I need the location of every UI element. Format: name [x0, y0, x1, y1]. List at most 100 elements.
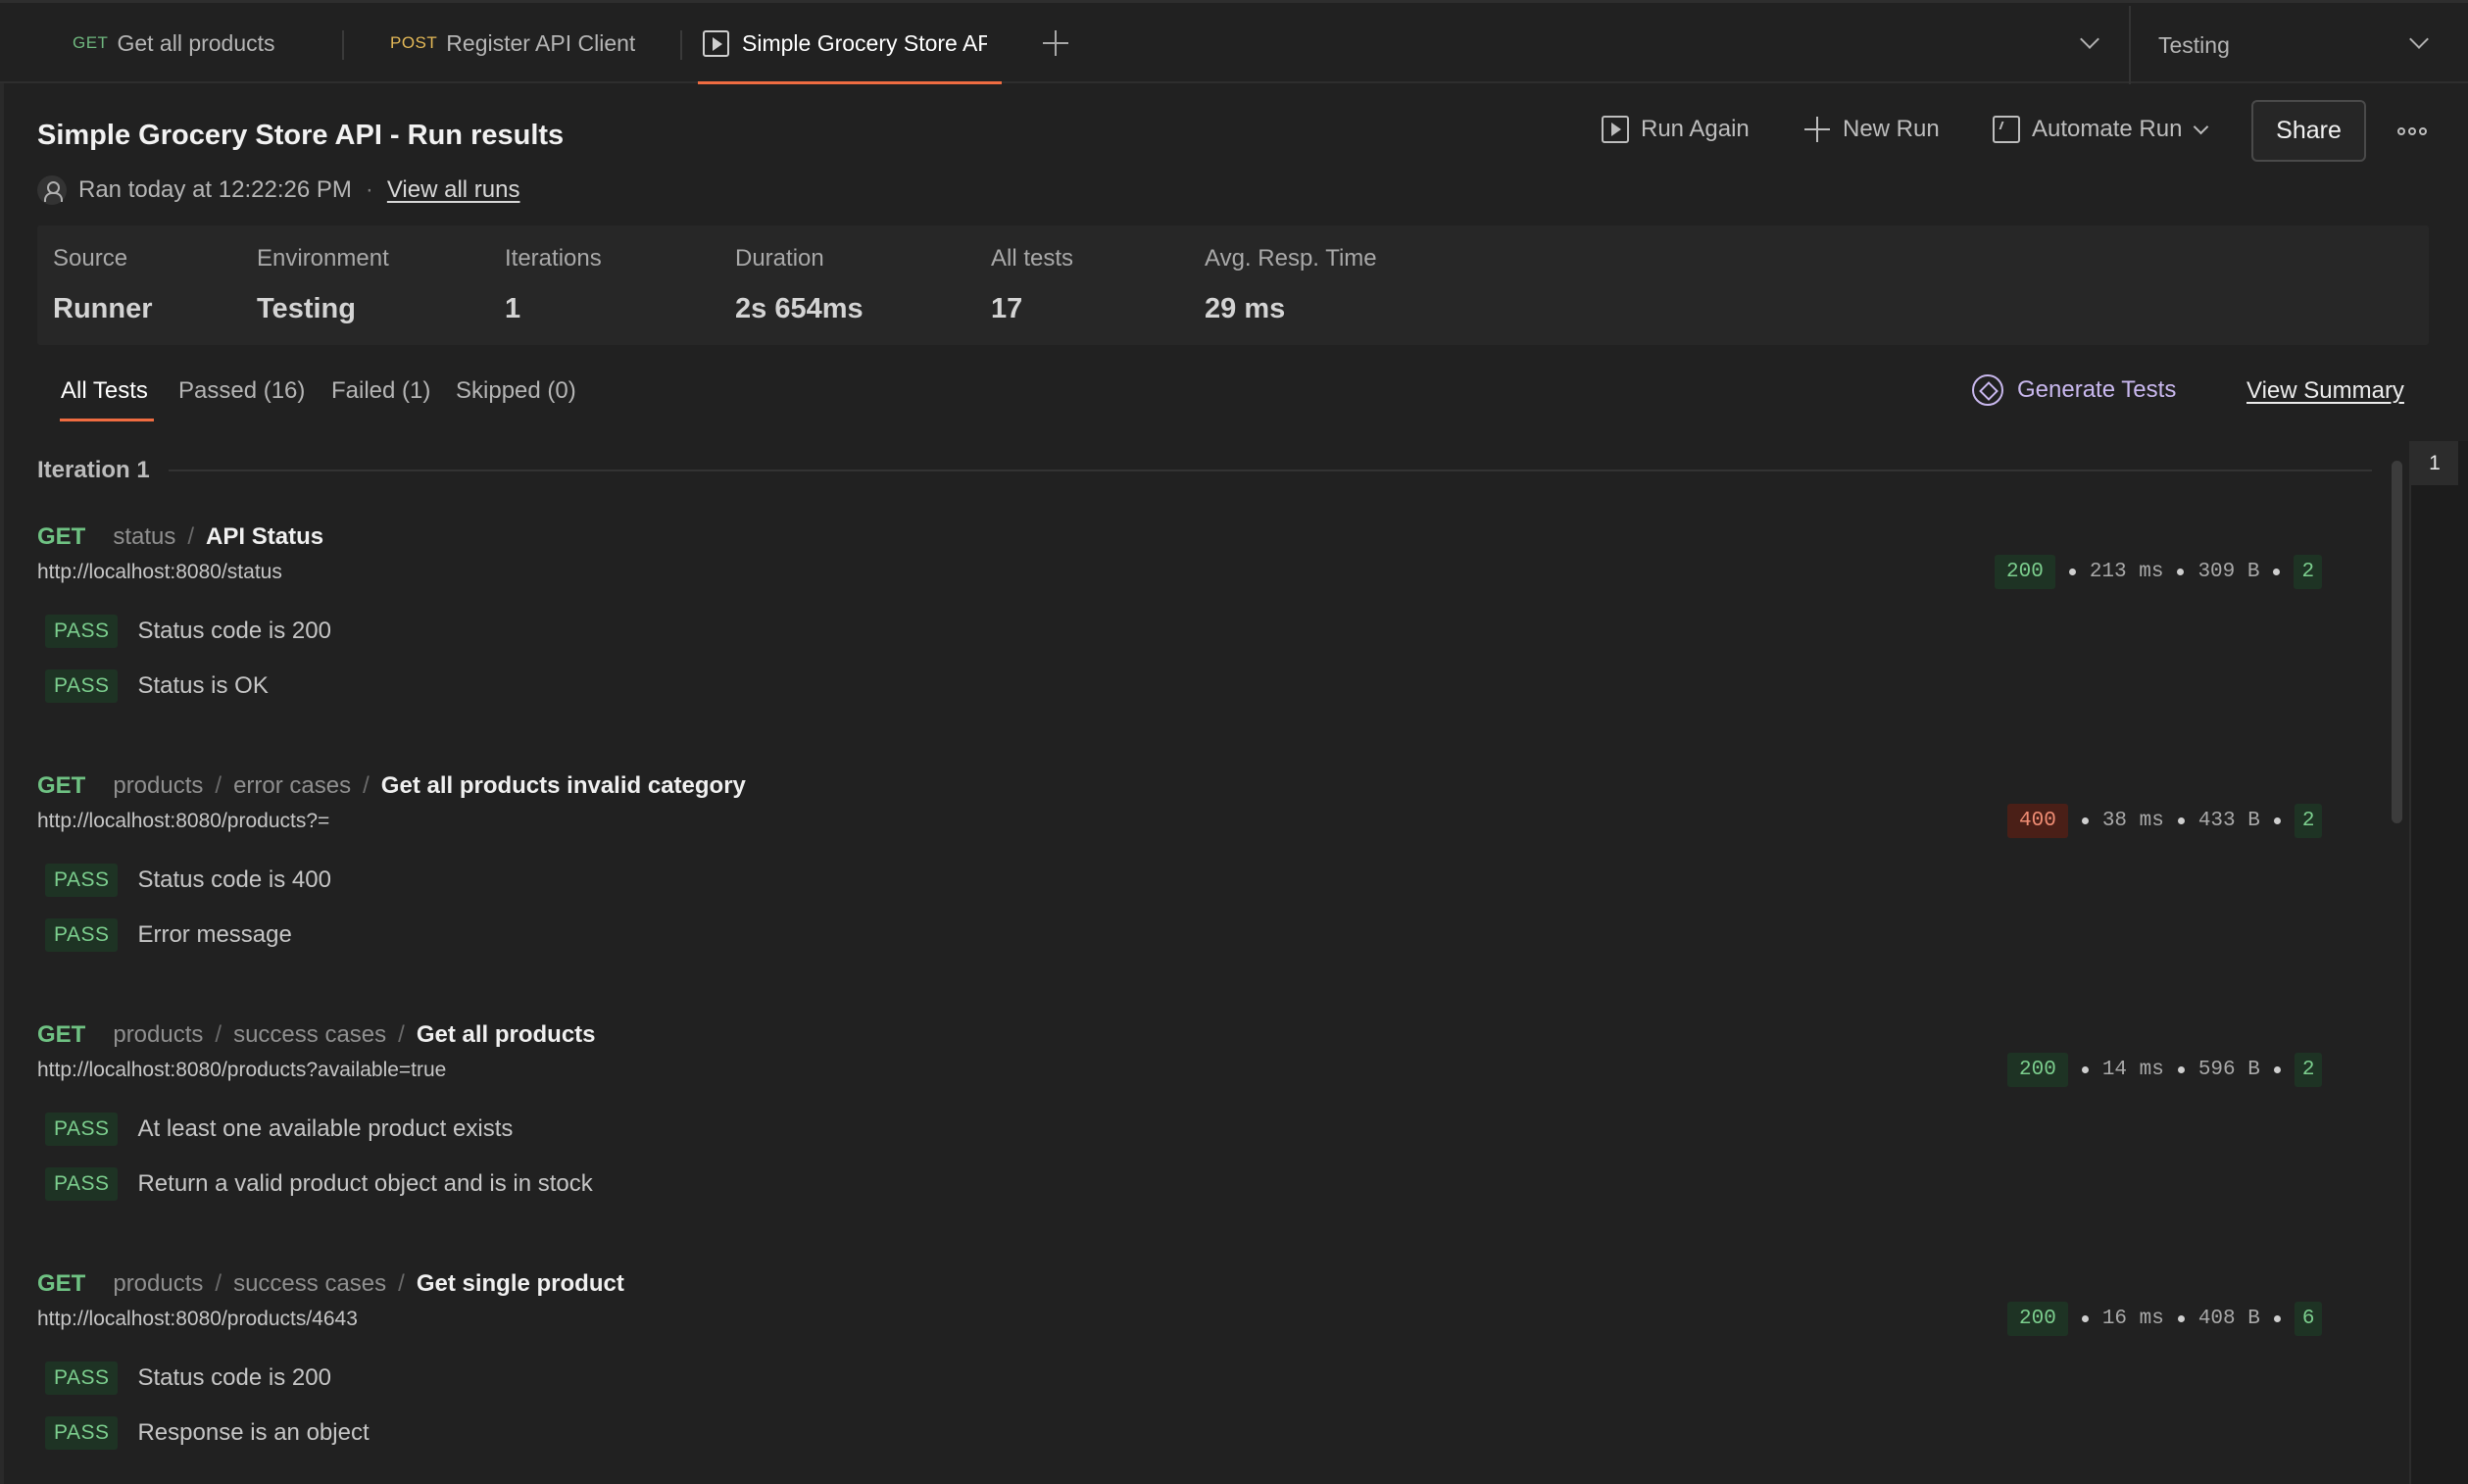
new-run-button[interactable]: New Run: [1803, 116, 1940, 143]
play-icon: [1602, 116, 1629, 143]
filter-tab-passed[interactable]: Passed (16): [178, 377, 305, 405]
request-breadcrumb[interactable]: GET products / success cases / Get all produc…: [37, 1021, 596, 1049]
test-count-badge: 2: [2294, 555, 2323, 589]
stat-value: Testing: [257, 293, 356, 324]
stat-value: 1: [505, 293, 521, 324]
stat-value: 17: [991, 293, 1023, 324]
automate-run-button[interactable]: Automate Run: [1993, 116, 2209, 143]
runner-icon: [703, 29, 729, 57]
tabs-overflow-chevron-down-icon[interactable]: [2080, 29, 2099, 49]
environment-chevron-down-icon[interactable]: [2409, 29, 2429, 49]
test-name: Status code is 400: [137, 866, 331, 893]
request-breadcrumb[interactable]: GET products / error cases / Get all products…: [37, 772, 746, 800]
plus-icon: [1803, 116, 1831, 143]
request-method: GET: [37, 1270, 86, 1297]
stat-value: 29 ms: [1205, 293, 1286, 324]
response-summary[interactable]: 400 38 ms 433 B 2: [2007, 804, 2323, 838]
response-size: 408 B: [2197, 1308, 2260, 1330]
breadcrumb-slash: /: [398, 1270, 405, 1297]
breadcrumb-slash: /: [363, 772, 370, 799]
generate-tests-button[interactable]: Generate Tests: [1972, 374, 2176, 406]
pass-badge: PASS: [45, 669, 119, 703]
tab-get-all-products[interactable]: GET Get all products: [73, 3, 275, 83]
breadcrumb-slash: /: [215, 772, 222, 799]
stat-label: Source: [53, 245, 128, 272]
test-count-badge: 2: [2294, 1053, 2323, 1087]
view-summary-link[interactable]: View Summary: [2246, 377, 2404, 405]
new-tab-plus-icon[interactable]: [1041, 28, 1070, 58]
tab-label: Get all products: [117, 29, 275, 56]
filter-tab-failed[interactable]: Failed (1): [331, 377, 430, 405]
tab-method: GET: [73, 33, 109, 52]
left-edge: [0, 83, 4, 1484]
iteration-page-1[interactable]: 1: [2411, 441, 2458, 485]
request-method: GET: [37, 1021, 86, 1048]
bullet: [2177, 1315, 2185, 1322]
test-result: PASS Status code is 200: [45, 1360, 331, 1397]
run-again-button[interactable]: Run Again: [1602, 116, 1750, 143]
generate-tests-label: Generate Tests: [2017, 376, 2177, 403]
test-result: PASS Status code is 400: [45, 862, 331, 899]
breadcrumb-slash: /: [215, 1270, 222, 1297]
meta-separator: ·: [365, 176, 373, 203]
response-time: 213 ms: [2089, 561, 2164, 583]
filter-tab-all[interactable]: All Tests: [61, 377, 148, 405]
request-name: Get all products: [416, 1021, 596, 1048]
bullet: [2068, 569, 2076, 575]
test-name: Return a valid product object and is in …: [137, 1170, 593, 1197]
breadcrumb-folder: status: [113, 523, 176, 550]
filter-tab-skipped[interactable]: Skipped (0): [456, 377, 576, 405]
bullet: [2081, 1066, 2089, 1073]
bullet: [2081, 817, 2089, 824]
environment-selector[interactable]: Testing: [2158, 32, 2230, 59]
tab-divider: [680, 30, 682, 60]
stat-source: Source Runner: [53, 245, 153, 325]
test-result: PASS Return a valid product object and i…: [45, 1165, 593, 1203]
request-name: API Status: [206, 523, 324, 550]
test-name: Status code is 200: [137, 618, 331, 644]
active-tab-indicator: [698, 81, 1002, 84]
request-url: http://localhost:8080/products?available…: [37, 1059, 447, 1081]
pass-badge: PASS: [45, 615, 119, 648]
tab-label: Simple Grocery Store AP: [742, 29, 987, 56]
env-divider: [2129, 6, 2131, 84]
stat-duration: Duration 2s 654ms: [735, 245, 864, 325]
bullet: [2273, 1066, 2281, 1073]
tab-register-api-client[interactable]: POST Register API Client: [390, 3, 635, 83]
request-name: Get single product: [416, 1270, 624, 1297]
response-summary[interactable]: 200 213 ms 309 B 2: [1995, 555, 2323, 589]
breadcrumb-slash: /: [215, 1021, 222, 1048]
scrollbar-thumb[interactable]: [2392, 461, 2402, 823]
breadcrumb-slash: /: [398, 1021, 405, 1048]
tab-simple-grocery-store[interactable]: Simple Grocery Store AP: [703, 3, 987, 83]
request-breadcrumb[interactable]: GET status / API Status: [37, 523, 323, 551]
status-code-badge: 200: [2007, 1302, 2068, 1336]
stat-label: Iterations: [505, 245, 602, 272]
more-options-icon[interactable]: [2397, 125, 2427, 137]
tab-label: Register API Client: [446, 29, 636, 56]
request-method: GET: [37, 523, 86, 550]
request-url: http://localhost:8080/status: [37, 561, 282, 583]
sparkle-icon: [1972, 374, 2003, 406]
request-breadcrumb[interactable]: GET products / success cases / Get single pro…: [37, 1270, 624, 1298]
stat-all-tests: All tests 17: [991, 245, 1073, 325]
tab-bar: GET Get all products POST Register API C…: [0, 0, 2468, 84]
response-size: 309 B: [2197, 561, 2260, 583]
stat-iterations: Iterations 1: [505, 245, 602, 325]
response-summary[interactable]: 200 14 ms 596 B 2: [2007, 1053, 2323, 1087]
breadcrumb-folder: products: [113, 772, 204, 799]
page-title: Simple Grocery Store API - Run results: [37, 120, 565, 151]
breadcrumb-folder: products: [113, 1021, 204, 1048]
breadcrumb-slash: /: [187, 523, 195, 550]
stat-avg-resp-time: Avg. Resp. Time 29 ms: [1205, 245, 1377, 325]
view-all-runs-link[interactable]: View all runs: [387, 176, 520, 204]
response-summary[interactable]: 200 16 ms 408 B 6: [2007, 1302, 2323, 1336]
runner-results-window: GET Get all products POST Register API C…: [0, 0, 2468, 1484]
status-code-badge: 200: [2007, 1053, 2068, 1087]
pass-badge: PASS: [45, 918, 119, 952]
run-timestamp: Ran today at 12:22:26 PM: [78, 176, 352, 203]
share-button[interactable]: Share: [2251, 100, 2366, 162]
run-again-label: Run Again: [1641, 116, 1750, 142]
stat-value: Runner: [53, 293, 153, 324]
bullet: [2081, 1315, 2089, 1322]
